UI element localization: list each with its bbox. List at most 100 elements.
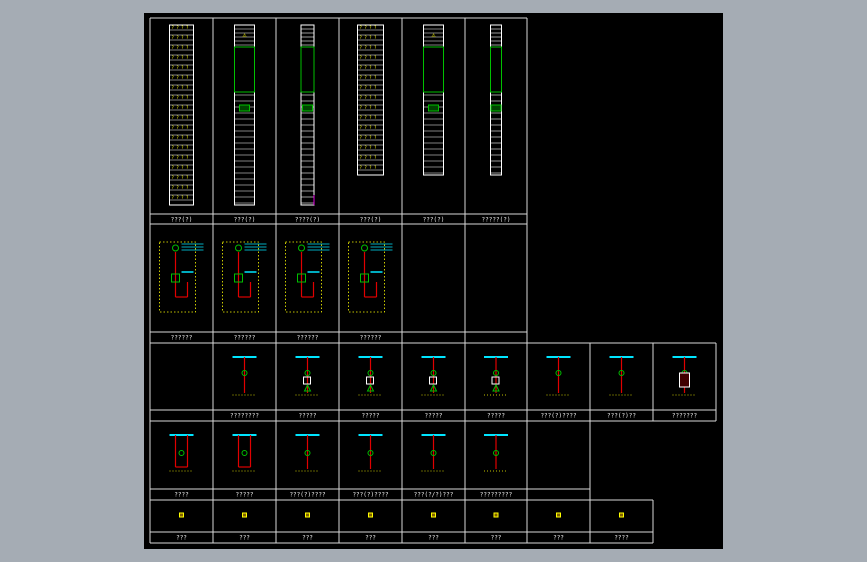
drawing-cell: ⚠ bbox=[234, 24, 255, 206]
device-tag: ? ? ? ? bbox=[360, 55, 377, 60]
sheet-caption: ??? bbox=[176, 535, 187, 542]
drawing-cell bbox=[493, 512, 499, 518]
enclosure-boundary bbox=[348, 241, 385, 313]
enclosure-boundary bbox=[285, 241, 322, 313]
drawing-cell bbox=[232, 434, 257, 472]
sheet-caption: ????????? bbox=[480, 492, 513, 499]
circuit-diagram bbox=[222, 241, 267, 313]
drawing-cell bbox=[484, 356, 508, 396]
sheet-caption: ??? bbox=[553, 535, 564, 542]
circuit-diagram bbox=[169, 434, 194, 472]
device-tag: ? ? ? ? bbox=[172, 95, 189, 100]
sheet-caption: ???(?) bbox=[234, 217, 256, 224]
circuit-row-a: ???????????????????????? bbox=[149, 223, 528, 344]
device-tag: ? ? ? ? bbox=[360, 145, 377, 150]
legend-symbol bbox=[179, 512, 184, 518]
sheet-caption: ??????? bbox=[672, 413, 698, 420]
frame-grid bbox=[149, 17, 528, 225]
cad-drawing-canvas[interactable]: ? ? ? ? ? ? ? ? ? ? ? ? ? ? ? ? ? ? ? ? ? ? ?… bbox=[144, 13, 723, 549]
device-tag: ? ? ? ? bbox=[360, 85, 377, 90]
circuit-diagram bbox=[232, 434, 257, 472]
circuit-diagram bbox=[358, 356, 383, 396]
sheet-caption: ??? bbox=[302, 535, 313, 542]
sheet-caption: ???(?)???? bbox=[289, 492, 326, 499]
sheet-caption: ????? bbox=[235, 492, 253, 499]
drawing-cell bbox=[295, 434, 320, 472]
cabinet-elevation-row: ? ? ? ? ? ? ? ? ? ? ? ? ? ? ? ? ? ? ? ? ? ? ?… bbox=[149, 17, 528, 225]
sheet-caption: ???(?)???? bbox=[540, 413, 577, 420]
circuit-diagram bbox=[609, 356, 634, 396]
drawing-cell bbox=[285, 241, 330, 313]
drawing-viewport[interactable]: ? ? ? ? ? ? ? ? ? ? ? ? ? ? ? ? ? ? ? ? ? ? ?… bbox=[144, 13, 723, 549]
sheet-caption: ???(?) bbox=[360, 217, 382, 224]
device-tag: ? ? ? ? bbox=[172, 105, 189, 110]
drawing-cell bbox=[619, 512, 624, 518]
drawing-cell bbox=[421, 356, 446, 396]
drawing-cell bbox=[300, 24, 315, 206]
sheet-caption: ?????? bbox=[171, 335, 193, 342]
drawing-cell bbox=[159, 241, 204, 313]
cabinet-elevation: ? ? ? ? ? ? ? ? ? ? ? ? ? ? ? ? ? ? ? ? ? ? ?… bbox=[169, 24, 194, 206]
sheet-caption: ???? bbox=[614, 535, 629, 542]
device-tag: ? ? ? ? bbox=[360, 95, 377, 100]
warning-icon: ⚠ bbox=[431, 31, 436, 39]
sheet-caption: ?????? bbox=[234, 335, 256, 342]
device-tag: ? ? ? ? bbox=[360, 105, 377, 110]
drawing-cell bbox=[232, 356, 257, 396]
drawing-cell bbox=[421, 434, 446, 472]
drawing-cell bbox=[222, 241, 267, 313]
drawing-cell bbox=[484, 434, 508, 472]
circuit-diagram bbox=[421, 356, 446, 396]
cabinet-elevation bbox=[300, 24, 315, 206]
circuit-row-b: ???????????????????????????? ???(?)??????… bbox=[149, 342, 717, 422]
sheet-caption: ?????(?) bbox=[482, 217, 511, 224]
device-tag: ? ? ? ? bbox=[172, 195, 189, 200]
sheet-caption: ???? bbox=[174, 492, 189, 499]
drawing-cell bbox=[169, 434, 194, 472]
legend-symbol bbox=[431, 512, 436, 518]
circuit-diagram bbox=[295, 356, 320, 396]
transformer-symbol bbox=[172, 244, 179, 252]
legend-symbol bbox=[368, 512, 373, 518]
drawing-cell bbox=[546, 356, 571, 396]
legend-symbol bbox=[493, 512, 499, 518]
device-tag: ? ? ? ? bbox=[172, 75, 189, 80]
warning-icon: ⚠ bbox=[242, 31, 247, 39]
device-tag: ? ? ? ? bbox=[172, 155, 189, 160]
circuit-diagram bbox=[159, 241, 204, 313]
drawing-cell bbox=[490, 24, 502, 176]
enclosure-boundary bbox=[222, 241, 259, 313]
transformer-symbol bbox=[298, 244, 305, 252]
drawing-cell bbox=[179, 512, 184, 518]
circuit-diagram bbox=[484, 434, 508, 472]
sheet-caption: ???(?)???? bbox=[352, 492, 389, 499]
device-tag: ? ? ? ? bbox=[360, 155, 377, 160]
circuit-diagram bbox=[232, 356, 257, 396]
device-tag: ? ? ? ? bbox=[360, 115, 377, 120]
device-tag: ? ? ? ? bbox=[172, 115, 189, 120]
frame-grid bbox=[149, 499, 654, 544]
device-tag: ? ? ? ? bbox=[172, 35, 189, 40]
sheet-caption: ?????? bbox=[360, 335, 382, 342]
drawing-cell bbox=[358, 356, 383, 396]
sheet-caption: ???(?)?? bbox=[607, 413, 636, 420]
cabinet-elevation: ? ? ? ? ? ? ? ? ? ? ? ? ? ? ? ? ? ? ? ? ? ? ?… bbox=[357, 24, 384, 176]
drawing-cell: ? ? ? ? ? ? ? ? ? ? ? ? ? ? ? ? ? ? ? ? ? ? ?… bbox=[357, 24, 384, 176]
device-tag: ? ? ? ? bbox=[172, 135, 189, 140]
device-tag: ? ? ? ? bbox=[360, 165, 377, 170]
circuit-diagram bbox=[295, 434, 320, 472]
device-tag: ? ? ? ? bbox=[172, 165, 189, 170]
drawing-cell bbox=[348, 241, 393, 313]
sheet-caption: ????? bbox=[487, 413, 505, 420]
sheet-caption: ???(?/?)??? bbox=[414, 492, 454, 499]
circuit-diagram bbox=[484, 356, 508, 396]
sheet-caption: ????? bbox=[298, 413, 316, 420]
drawing-cell: ? ? ? ? ? ? ? ? ? ? ? ? ? ? ? ? ? ? ? ? ? ? ?… bbox=[169, 24, 194, 206]
sheet-caption: ????(?) bbox=[295, 217, 320, 224]
cabinet-elevation: ⚠ bbox=[423, 24, 444, 176]
device-tag: ? ? ? ? bbox=[172, 55, 189, 60]
device-tag: ? ? ? ? bbox=[360, 35, 377, 40]
sheet-caption: ???(?) bbox=[423, 217, 445, 224]
cabinet-elevation bbox=[490, 24, 502, 176]
drawing-cell bbox=[358, 434, 383, 472]
